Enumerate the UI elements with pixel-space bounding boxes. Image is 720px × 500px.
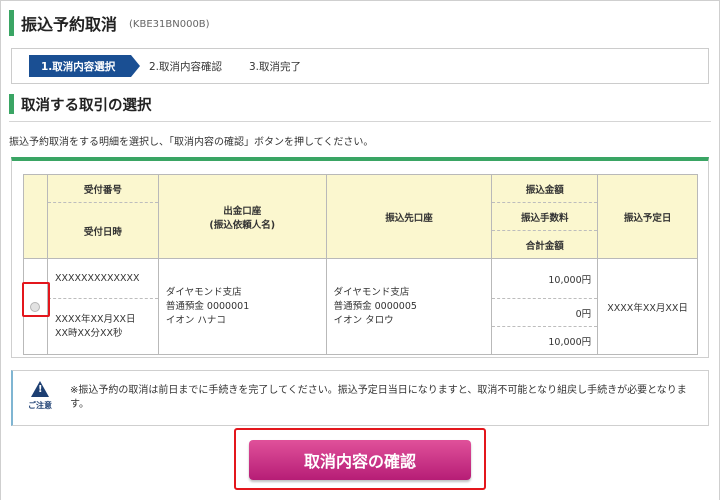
receipt-number-cell: XXXXXXXXXXXXX (46, 258, 159, 299)
transfer-amount: 10,000円 (491, 258, 599, 299)
header-transfer-fee: 振込手数料 (491, 202, 599, 231)
step-2: 2.取消内容確認 (149, 60, 223, 73)
notice-label: ご注意 (28, 401, 52, 410)
select-column-header (23, 174, 48, 259)
instruction-text: 振込予約取消をする明細を選択し、「取消内容の確認」ボタンを押してください。 (9, 137, 374, 148)
debit-account: 普通預金 0000001 (165, 300, 250, 312)
header-receipt-number: 受付番号 (46, 174, 159, 203)
section-title: 取消する取引の選択 (9, 94, 152, 114)
header-credit-account: 振込先口座 (325, 174, 493, 259)
step-arrow-icon (131, 55, 140, 77)
credit-name: イオン タロウ (333, 314, 394, 326)
credit-branch: ダイヤモンド支店 (333, 286, 410, 298)
credit-account: 普通預金 0000005 (333, 300, 417, 312)
scheduled-date: XXXX年XX月XX日 (597, 258, 698, 355)
receipt-datetime-cell: XXXX年XX月XX日 XX時XX分XX秒 (46, 298, 159, 355)
notice-text: ※振込予約の取消は前日までに手続きを完了してください。振込予定日当日になりますと… (70, 385, 687, 410)
debit-name: イオン ハナコ (165, 314, 226, 326)
step-indicator: 1.取消内容選択 2.取消内容確認 3.取消完了 (11, 48, 709, 84)
radio-highlight-box (22, 282, 50, 317)
header-total-amount: 合計金額 (491, 230, 599, 259)
warning-icon: ! (31, 381, 49, 397)
notice-icon-wrap: ! ご注意 (23, 381, 57, 411)
transactions-panel: 受付番号 出金口座 (振込依頼人名) 振込先口座 振込金額 振込予定日 受付日時… (11, 157, 709, 358)
transactions-table: 受付番号 出金口座 (振込依頼人名) 振込先口座 振込金額 振込予定日 受付日時… (23, 174, 698, 355)
screen-code: (KBE31BN000B) (129, 19, 210, 30)
header-receipt-datetime: 受付日時 (46, 202, 159, 259)
step-3: 3.取消完了 (249, 60, 302, 73)
header-debit-account-label: 出金口座 (223, 205, 262, 217)
confirm-cancel-button[interactable]: 取消内容の確認 (249, 440, 471, 480)
credit-account-cell: ダイヤモンド支店 普通預金 0000005 イオン タロウ (325, 258, 493, 355)
header-transfer-amount: 振込金額 (491, 174, 599, 203)
notice-box: ! ご注意 ※振込予約の取消は前日までに手続きを完了してください。振込予定日当日… (11, 370, 709, 426)
page-title-text: 振込予約取消 (21, 15, 118, 34)
total-amount: 10,000円 (491, 326, 599, 355)
page-title: 振込予約取消 (KBE31BN000B) (9, 10, 210, 36)
debit-branch: ダイヤモンド支店 (165, 286, 242, 298)
header-scheduled-date: 振込予定日 (597, 174, 698, 259)
table-row: XXXXXXXXXXXXX ダイヤモンド支店 普通預金 0000001 イオン … (23, 258, 698, 355)
receipt-time: XX時XX分XX秒 (54, 327, 123, 339)
step-1-active: 1.取消内容選択 (29, 55, 131, 77)
debit-account-cell: ダイヤモンド支店 普通預金 0000001 イオン ハナコ (157, 258, 327, 355)
section-divider (9, 121, 711, 122)
receipt-date: XXXX年XX月XX日 (54, 313, 136, 325)
header-debit-requester-label: (振込依頼人名) (209, 219, 276, 231)
receipt-number: XXXXXXXXXXXXX (54, 273, 140, 284)
header-debit-account: 出金口座 (振込依頼人名) (157, 174, 327, 259)
transfer-fee: 0円 (491, 298, 599, 327)
